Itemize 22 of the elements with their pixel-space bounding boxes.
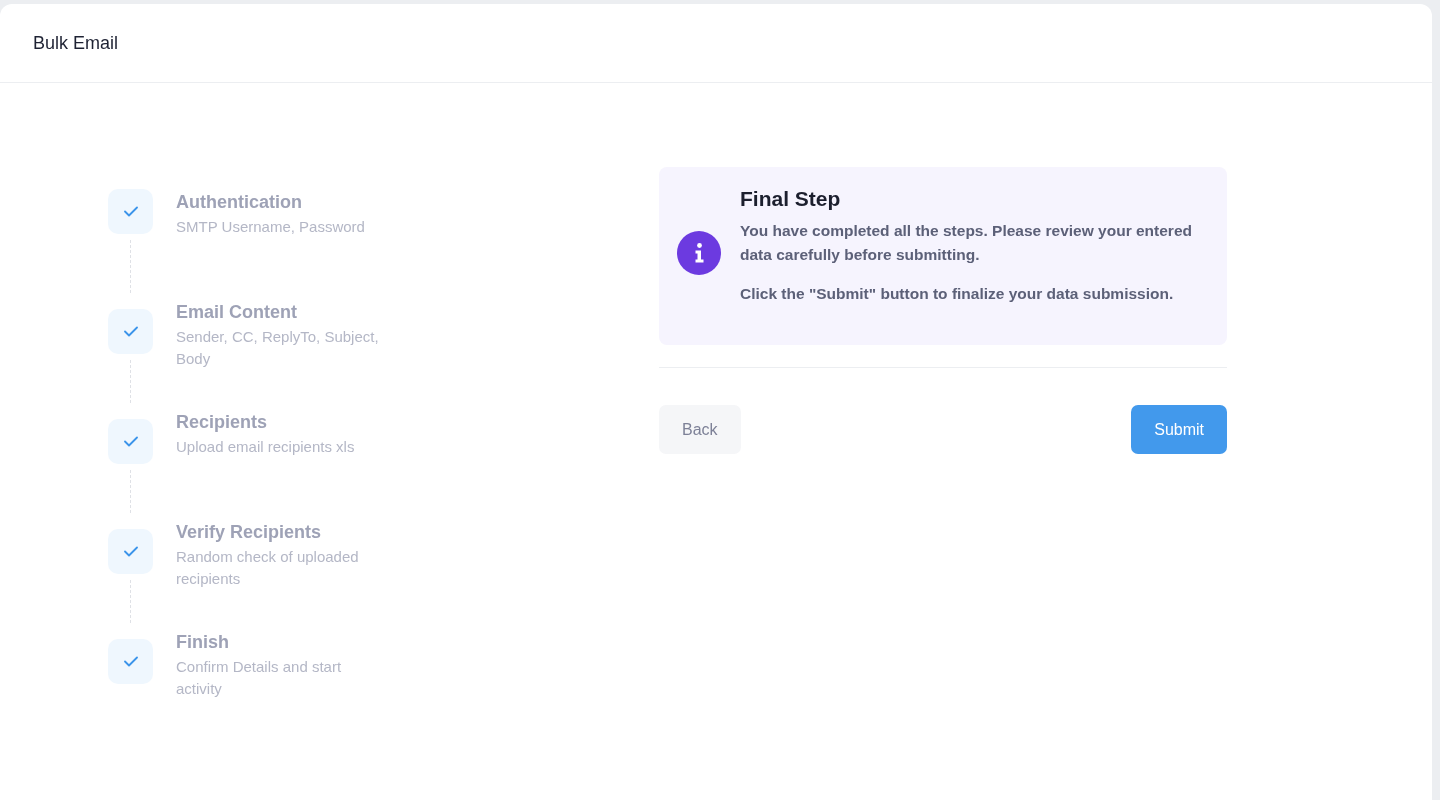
step-description: Confirm Details and start activity — [176, 657, 343, 699]
check-icon — [123, 546, 138, 557]
step-description: Sender, CC, ReplyTo, Subject, Body — [176, 327, 380, 369]
check-icon — [123, 656, 138, 667]
notice-text: You have completed all the steps. Please review your entered data carefully before submitting. — [740, 221, 1193, 265]
step-title: Email Content — [176, 301, 298, 324]
notice-text: Click the "Submit" button to finalize your data submission. — [740, 284, 1175, 304]
step-description: Upload email recipients xls — [176, 437, 356, 457]
check-icon — [123, 326, 138, 337]
check-icon — [123, 206, 138, 217]
step-title: Recipients — [176, 411, 269, 434]
submit-button[interactable]: Submit — [1131, 405, 1227, 454]
step-description: SMTP Username, Password — [176, 217, 366, 237]
check-icon — [123, 436, 138, 447]
step-title: Verify Recipients — [176, 521, 323, 544]
notice-title: Final Step — [740, 187, 842, 211]
step-description: Random check of uploaded recipients — [176, 547, 360, 589]
step-title: Finish — [176, 631, 230, 654]
page-title: Bulk Email — [33, 32, 119, 54]
info-icon — [677, 231, 721, 275]
step-title: Authentication — [176, 191, 303, 214]
back-button[interactable]: Back — [659, 405, 741, 454]
